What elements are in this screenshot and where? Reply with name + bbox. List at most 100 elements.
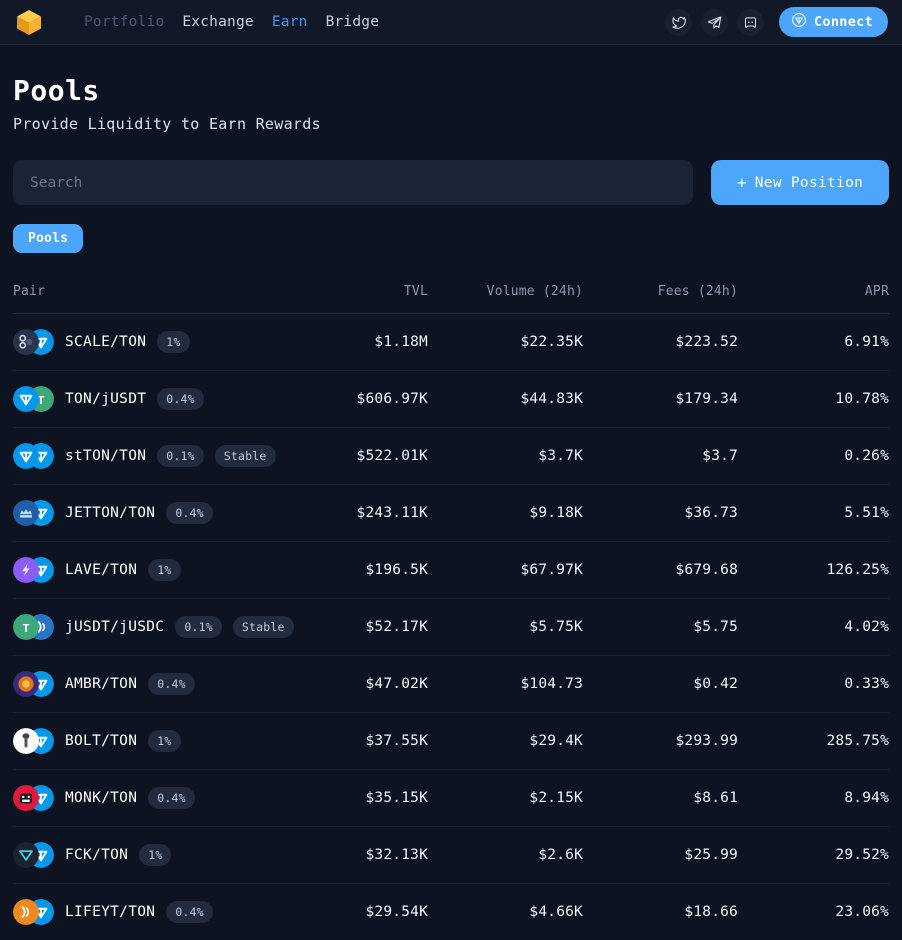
cell-apr: 8.94% <box>844 790 889 806</box>
cell-tvl: $35.15K <box>365 790 428 806</box>
token-pair-icons <box>13 728 54 754</box>
pair-name: JETTON/TON <box>65 505 156 521</box>
ton-diamond-icon <box>791 12 807 32</box>
twitter-icon[interactable] <box>665 8 692 36</box>
fee-tier-badge: 0.4% <box>166 901 213 923</box>
table-row[interactable]: LIFEYT/TON 0.4% $29.54K $4.66K $18.66 23.06% <box>13 884 889 940</box>
cell-fees: $18.66 <box>684 904 738 920</box>
cell-tvl: $1.18M <box>374 334 428 350</box>
top-navbar: Portfolio Exchange Earn Bridge Connect <box>0 0 902 45</box>
column-header-volume[interactable]: Volume (24h) <box>428 284 583 299</box>
connect-label: Connect <box>814 14 873 30</box>
cell-fees: $179.34 <box>675 391 738 407</box>
table-row[interactable]: BOLT/TON 1% $37.55K $29.4K $293.99 285.75% <box>13 713 889 770</box>
cell-apr: 29.52% <box>835 847 889 863</box>
nav-link-portfolio[interactable]: Portfolio <box>84 14 164 30</box>
table-row[interactable]: stTON/TON 0.1% Stable $522.01K $3.7K $3.7 0.26… <box>13 428 889 485</box>
cell-pair: MONK/TON 0.4% <box>13 785 313 811</box>
nav-link-bridge[interactable]: Bridge <box>326 14 380 30</box>
cell-tvl: $32.13K <box>365 847 428 863</box>
token-pair-icons <box>13 842 54 868</box>
jusdt-token-icon: T <box>13 614 39 640</box>
cell-fees: $3.7 <box>702 448 738 464</box>
stable-badge: Stable <box>214 445 276 467</box>
table-row[interactable]: FCK/TON 1% $32.13K $2.6K $25.99 29.52% <box>13 827 889 884</box>
cell-fees: $8.61 <box>693 790 738 806</box>
connect-wallet-button[interactable]: Connect <box>779 7 888 37</box>
cell-fees: $5.75 <box>693 619 738 635</box>
cell-fees: $0.42 <box>693 676 738 692</box>
token-pair-icons <box>13 899 54 925</box>
cell-pair: FCK/TON 1% <box>13 842 313 868</box>
cell-apr: 6.91% <box>844 334 889 350</box>
pair-name: TON/jUSDT <box>65 391 147 407</box>
fee-tier-badge: 1% <box>157 331 190 353</box>
plus-icon: + <box>736 172 747 192</box>
discord-icon[interactable] <box>737 8 764 36</box>
cell-fees: $679.68 <box>675 562 738 578</box>
stton-token-icon <box>13 443 39 469</box>
pair-name: LIFEYT/TON <box>65 904 156 920</box>
jetton-token-icon <box>13 500 39 526</box>
fee-tier-badge: 0.1% <box>157 445 204 467</box>
table-row[interactable]: SCALE/TON 1% $1.18M $22.35K $223.52 6.91% <box>13 314 889 371</box>
cell-apr: 4.02% <box>844 619 889 635</box>
fee-tier-badge: 1% <box>139 844 172 866</box>
cell-pair: LIFEYT/TON 0.4% <box>13 899 313 925</box>
scale-token-icon <box>13 329 39 355</box>
lave-token-icon <box>13 557 39 583</box>
table-row[interactable]: MONK/TON 0.4% $35.15K $2.15K $8.61 8.94% <box>13 770 889 827</box>
cell-volume: $44.83K <box>520 391 583 407</box>
search-input[interactable] <box>13 160 693 205</box>
cell-pair: T TON/jUSDT 0.4% <box>13 386 313 412</box>
fee-tier-badge: 0.1% <box>175 616 222 638</box>
table-row[interactable]: T TON/jUSDT 0.4% $606.97K $44.83K $179.34 10.7… <box>13 371 889 428</box>
pair-name: FCK/TON <box>65 847 129 863</box>
lifeyt-token-icon <box>13 899 39 925</box>
column-header-tvl[interactable]: TVL <box>313 284 428 299</box>
new-position-button[interactable]: + New Position <box>711 160 889 205</box>
telegram-icon[interactable] <box>701 8 728 36</box>
fee-tier-badge: 0.4% <box>148 673 195 695</box>
monk-token-icon <box>13 785 39 811</box>
pair-name: MONK/TON <box>65 790 138 806</box>
cell-pair: BOLT/TON 1% <box>13 728 313 754</box>
cell-fees: $25.99 <box>684 847 738 863</box>
filter-tabs: Pools <box>13 224 889 253</box>
table-row[interactable]: AMBR/TON 0.4% $47.02K $104.73 $0.42 0.33% <box>13 656 889 713</box>
fee-tier-badge: 1% <box>148 559 181 581</box>
cell-tvl: $52.17K <box>365 619 428 635</box>
cube-logo-icon[interactable] <box>14 7 44 37</box>
column-header-fees[interactable]: Fees (24h) <box>583 284 738 299</box>
nav-right-group: Connect <box>665 7 888 37</box>
cell-apr: 285.75% <box>826 733 889 749</box>
cell-volume: $22.35K <box>520 334 583 350</box>
token-pair-icons <box>13 671 54 697</box>
table-header-row: Pair TVL Volume (24h) Fees (24h) APR <box>13 284 889 314</box>
tab-pools[interactable]: Pools <box>13 224 84 253</box>
fee-tier-badge: 0.4% <box>166 502 213 524</box>
fee-tier-badge: 0.4% <box>148 787 195 809</box>
ton-token-icon <box>13 386 39 412</box>
token-pair-icons <box>13 329 54 355</box>
table-row[interactable]: JETTON/TON 0.4% $243.11K $9.18K $36.73 5.51% <box>13 485 889 542</box>
cell-apr: 126.25% <box>826 562 889 578</box>
cell-apr: 23.06% <box>835 904 889 920</box>
cell-fees: $293.99 <box>675 733 738 749</box>
cell-tvl: $522.01K <box>356 448 428 464</box>
nav-link-earn[interactable]: Earn <box>272 14 308 30</box>
token-pair-icons <box>13 443 54 469</box>
nav-link-exchange[interactable]: Exchange <box>182 14 253 30</box>
table-row[interactable]: TjUSDT/jUSDC 0.1% Stable $52.17K $5.75K $5.75… <box>13 599 889 656</box>
page-subtitle: Provide Liquidity to Earn Rewards <box>13 115 321 133</box>
cell-volume: $67.97K <box>520 562 583 578</box>
token-pair-icons <box>13 500 54 526</box>
column-header-apr[interactable]: APR <box>738 284 889 299</box>
cell-apr: 0.33% <box>844 676 889 692</box>
svg-text:T: T <box>22 622 29 636</box>
cell-fees: $223.52 <box>675 334 738 350</box>
cell-fees: $36.73 <box>684 505 738 521</box>
table-row[interactable]: LAVE/TON 1% $196.5K $67.97K $679.68 126.25% <box>13 542 889 599</box>
column-header-pair[interactable]: Pair <box>13 284 313 299</box>
pair-name: AMBR/TON <box>65 676 138 692</box>
